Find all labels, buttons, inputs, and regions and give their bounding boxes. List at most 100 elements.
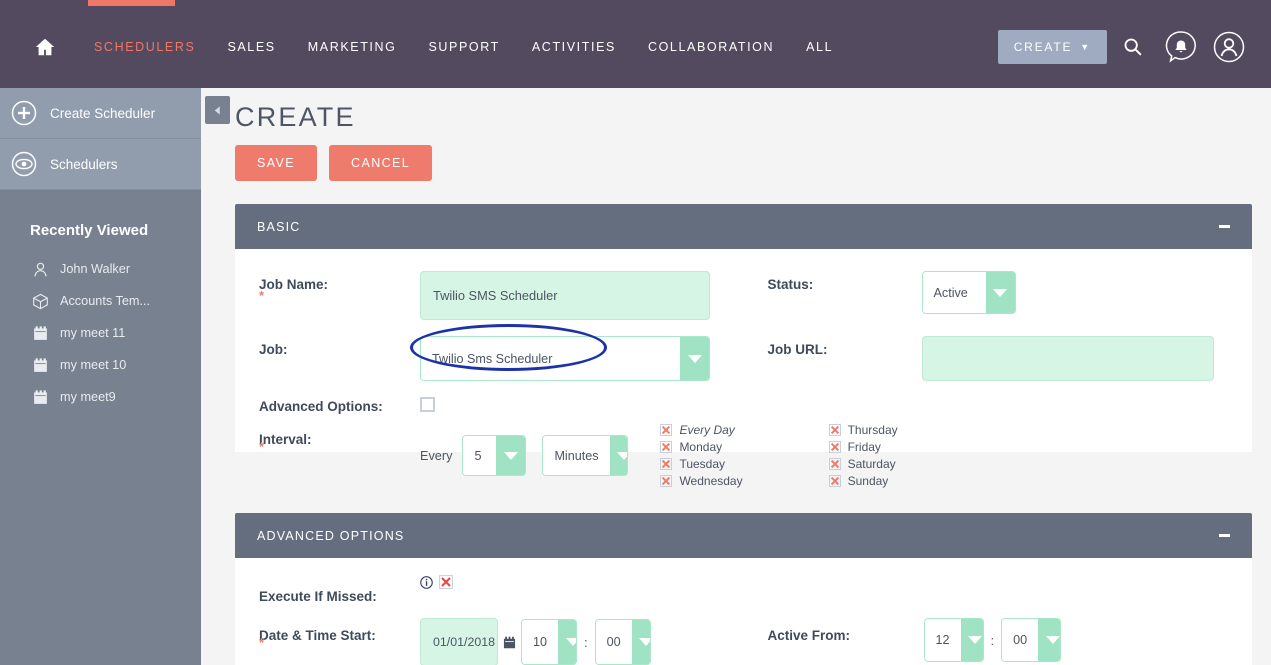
person-icon — [30, 259, 50, 279]
day-checkbox-sunday[interactable]: Sunday — [828, 473, 898, 489]
main-content: CREATE SAVE CANCEL BASIC Job Name: * Twi… — [201, 88, 1271, 665]
interval-label-text: Interval: — [259, 432, 312, 447]
calendar-icon — [30, 323, 50, 343]
day-label: Thursday — [847, 423, 898, 437]
save-button[interactable]: SAVE — [235, 145, 318, 181]
status-label: Status: — [767, 277, 814, 292]
checked-x-icon — [660, 475, 673, 487]
date-start-input[interactable]: 01/01/2018 — [420, 618, 498, 665]
page-title: CREATE — [235, 102, 356, 132]
chevron-down-icon — [609, 436, 628, 475]
day-checkbox-every-day[interactable]: Every Day — [660, 422, 742, 438]
list-item[interactable]: Accounts Tem... — [0, 285, 201, 317]
list-item-label: my meet 11 — [60, 326, 126, 340]
day-label: Monday — [679, 440, 723, 454]
job-dropdown[interactable]: Twilio Sms Scheduler — [420, 336, 710, 381]
nav-item-activities[interactable]: ACTIVITIES — [516, 40, 632, 54]
days-column-left: Every Day Monday Tuesday Wednesday — [660, 422, 743, 489]
day-label: Every Day — [679, 423, 735, 437]
day-checkbox-thursday[interactable]: Thursday — [828, 422, 898, 438]
required-marker: * — [259, 439, 265, 454]
sidebar-item-create-scheduler[interactable]: Create Scheduler — [0, 88, 201, 139]
start-hour-value: 10 — [522, 620, 559, 664]
day-checkbox-tuesday[interactable]: Tuesday — [660, 456, 742, 472]
job-url-label: Job URL: — [767, 342, 828, 357]
start-hour-dropdown[interactable]: 10 — [521, 619, 577, 665]
field-date-time-start: Date & Time Start: * 01/01/2018 10: 00 — [235, 618, 744, 665]
field-job-url: Job URL: — [744, 336, 1253, 381]
chevron-down-icon — [631, 620, 650, 664]
basic-panel-header[interactable]: BASIC — [235, 204, 1252, 249]
user-icon[interactable] — [1207, 25, 1251, 69]
date-start-value: 01/01/2018 — [433, 635, 496, 649]
nav-item-collaboration[interactable]: COLLABORATION — [632, 40, 790, 54]
info-icon[interactable] — [420, 575, 433, 589]
nav-item-all[interactable]: ALL — [790, 40, 849, 54]
calendar-icon[interactable] — [503, 636, 516, 649]
active-from-controls: 12 : 00 — [923, 618, 1062, 662]
active-minute-dropdown[interactable]: 00 — [1001, 618, 1062, 662]
start-minute-dropdown[interactable]: 00 — [594, 619, 651, 665]
status-dropdown[interactable]: Active — [921, 271, 1016, 314]
day-label: Wednesday — [679, 474, 743, 488]
interval-controls: Every 5 Minutes Every Day Monday Tuesday… — [420, 422, 898, 489]
field-job-name: Job Name: * Twilio SMS Scheduler — [235, 271, 744, 320]
list-item[interactable]: my meet9 — [0, 381, 201, 413]
calendar-icon — [30, 355, 50, 375]
eye-icon — [10, 150, 38, 178]
create-button-label: CREATE — [1013, 40, 1073, 54]
list-item-label: John Walker — [60, 262, 131, 276]
field-advanced-options: Advanced Options: — [235, 397, 744, 414]
days-column-right: Thursday Friday Saturday Sunday — [828, 422, 898, 489]
advanced-options-checkbox[interactable] — [420, 397, 435, 412]
list-item[interactable]: my meet 10 — [0, 349, 201, 381]
home-icon[interactable] — [34, 36, 56, 58]
checked-x-icon — [828, 458, 841, 470]
search-icon[interactable] — [1111, 25, 1155, 69]
list-item-label: my meet 10 — [60, 358, 127, 372]
chevron-down-icon — [558, 620, 576, 664]
sidebar-collapse-toggle[interactable] — [205, 96, 230, 124]
basic-panel-title: BASIC — [257, 219, 301, 234]
nav-item-support[interactable]: SUPPORT — [412, 40, 515, 54]
sidebar-item-schedulers[interactable]: Schedulers — [0, 139, 201, 190]
day-checkbox-saturday[interactable]: Saturday — [828, 456, 898, 472]
field-execute-if-missed: Execute If Missed: — [235, 575, 744, 604]
chevron-down-icon — [960, 619, 983, 661]
form-row-advanced-options: Advanced Options: — [235, 381, 1252, 414]
list-item[interactable]: John Walker — [0, 253, 201, 285]
advanced-options-panel-body: Execute If Missed: Date & Time Start: * … — [235, 558, 1252, 665]
field-active-from: Active From: 12 : 00 — [744, 618, 1253, 665]
interval-unit-value: Minutes — [543, 436, 610, 475]
field-interval: Interval: * Every 5 Minutes Every Day Mo… — [235, 422, 1252, 489]
sidebar-item-create-scheduler-label: Create Scheduler — [50, 105, 156, 121]
day-checkbox-friday[interactable]: Friday — [828, 439, 898, 455]
execute-if-missed-checkbox[interactable] — [439, 575, 453, 589]
execute-if-missed-label: Execute If Missed: — [259, 589, 377, 604]
nav-item-sales[interactable]: SALES — [211, 40, 291, 54]
list-item[interactable]: my meet 11 — [0, 317, 201, 349]
job-name-input-value: Twilio SMS Scheduler — [433, 288, 558, 303]
create-button[interactable]: CREATE ▼ — [997, 30, 1107, 64]
nav-item-marketing[interactable]: MARKETING — [292, 40, 413, 54]
minus-icon[interactable] — [1219, 534, 1230, 537]
nav-left-group: SCHEDULERS SALES MARKETING SUPPORT ACTIV… — [0, 6, 849, 88]
day-checkbox-monday[interactable]: Monday — [660, 439, 742, 455]
advanced-options-panel-header[interactable]: ADVANCED OPTIONS — [235, 513, 1252, 558]
day-checkbox-wednesday[interactable]: Wednesday — [660, 473, 743, 489]
active-hour-dropdown[interactable]: 12 — [923, 618, 984, 662]
minus-icon[interactable] — [1219, 225, 1230, 228]
chevron-down-icon — [985, 272, 1015, 313]
job-url-input[interactable] — [921, 336, 1214, 381]
cancel-button[interactable]: CANCEL — [329, 145, 433, 181]
interval-unit-dropdown[interactable]: Minutes — [542, 435, 629, 476]
job-name-input[interactable]: Twilio SMS Scheduler — [420, 271, 710, 320]
plus-circle-icon — [10, 99, 38, 127]
bell-icon[interactable] — [1159, 25, 1203, 69]
list-item-label: my meet9 — [60, 390, 116, 404]
interval-number-dropdown[interactable]: 5 — [462, 435, 527, 476]
sidebar-item-schedulers-label: Schedulers — [50, 156, 118, 172]
date-time-start-label-text: Date & Time Start: — [259, 628, 376, 643]
nav-item-schedulers[interactable]: SCHEDULERS — [78, 40, 211, 54]
calendar-icon — [30, 387, 50, 407]
